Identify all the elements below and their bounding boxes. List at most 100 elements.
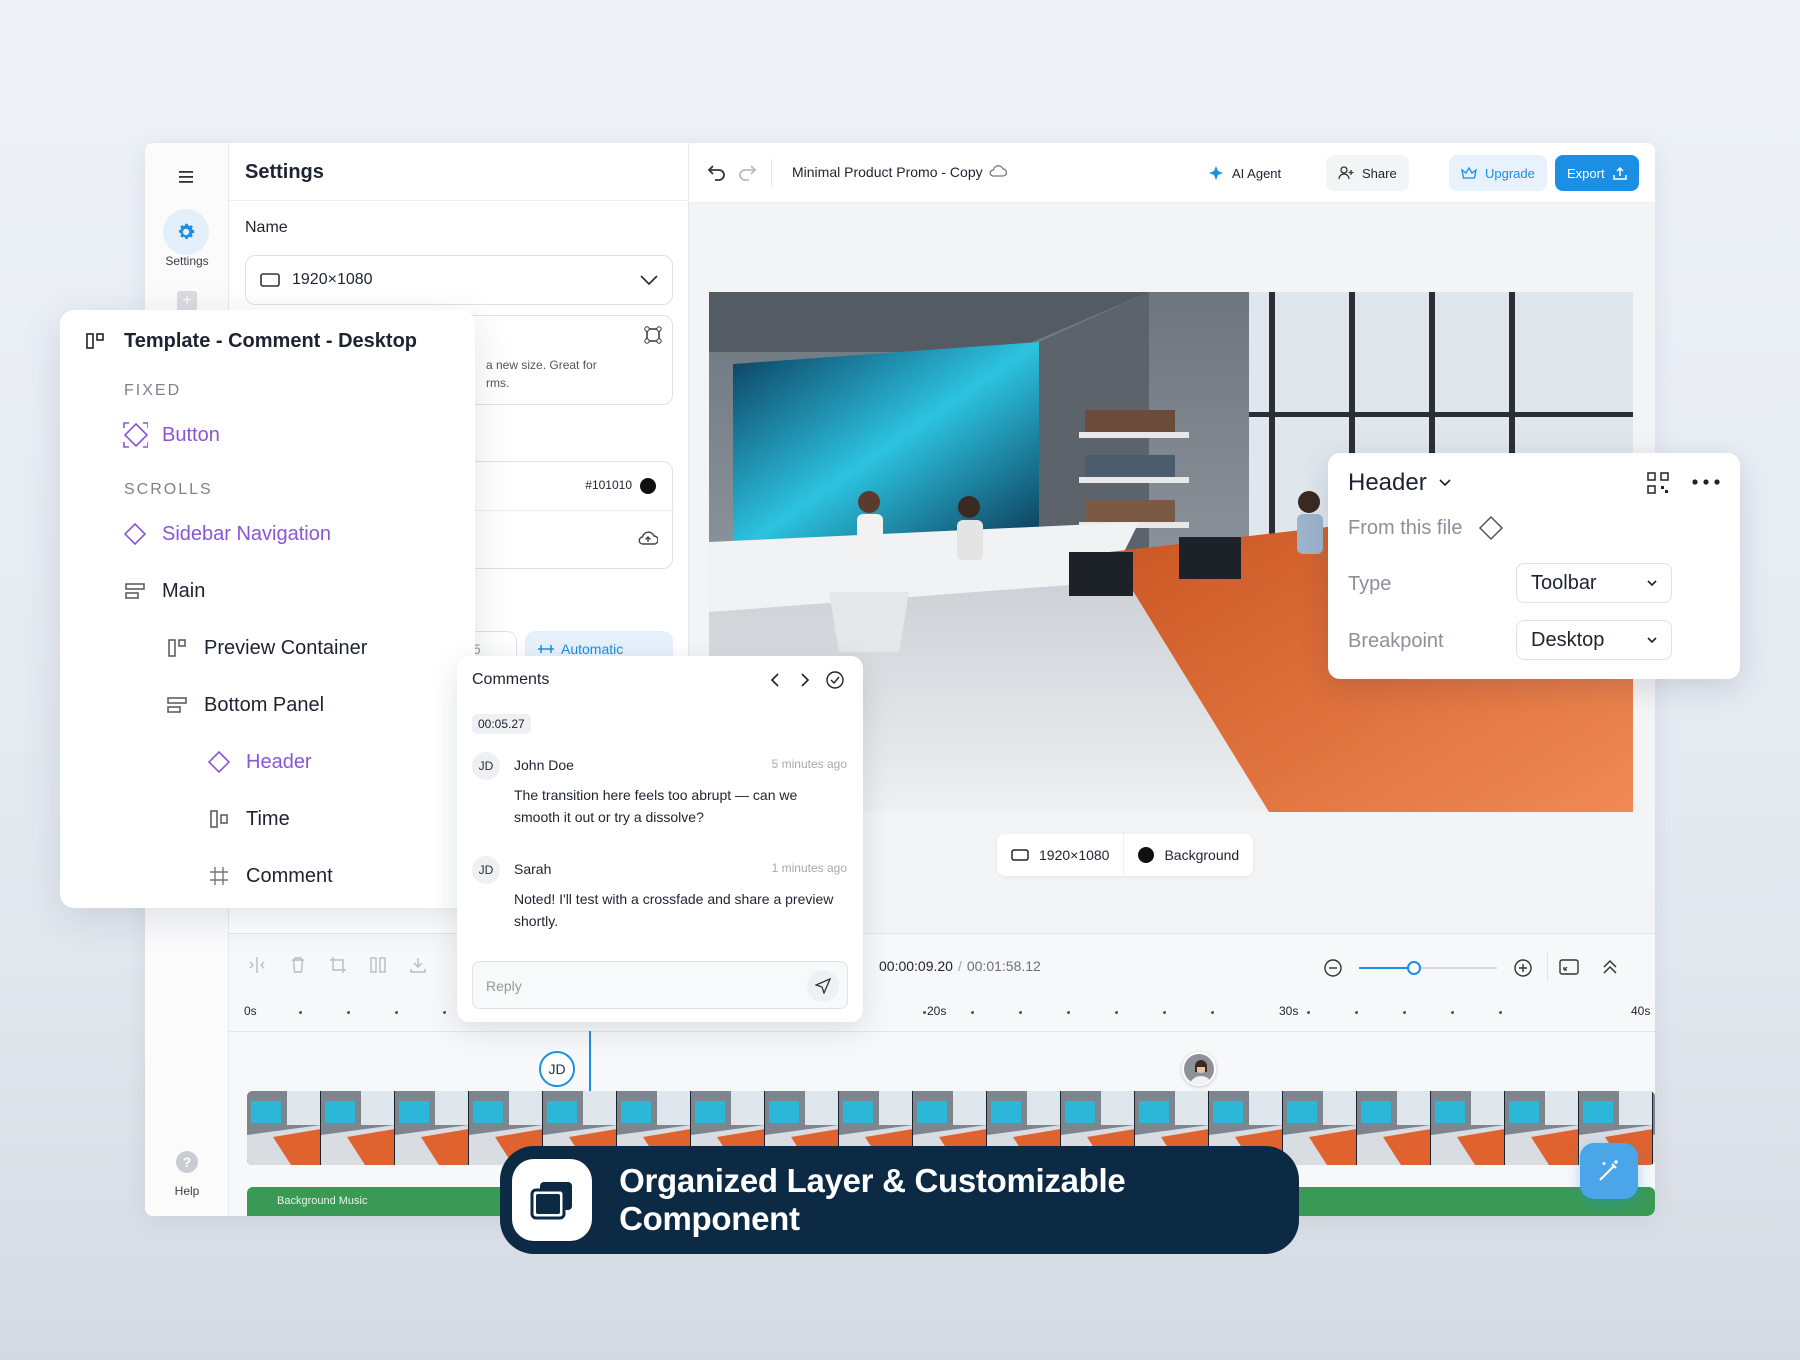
zoom-out-icon[interactable] <box>1323 958 1343 978</box>
canvas-size-value: 1920×1080 <box>1039 847 1110 863</box>
resize-icon <box>644 326 662 344</box>
layer-button[interactable]: Button <box>122 422 220 448</box>
source-row: From this file <box>1348 515 1504 541</box>
add-icon[interactable]: + <box>177 291 197 311</box>
comment-marker-sarah[interactable] <box>1182 1052 1216 1086</box>
layer-comment[interactable]: Comment <box>206 863 333 889</box>
size-select[interactable]: 1920×1080 <box>245 255 673 305</box>
reply-placeholder: Reply <box>486 978 522 994</box>
split-icon[interactable] <box>247 956 267 974</box>
settings-rail-button[interactable] <box>163 209 209 255</box>
canvas-size-chip[interactable]: 1920×1080 <box>997 834 1125 876</box>
background-label: Background <box>1164 847 1240 863</box>
breakpoint-select[interactable]: Desktop <box>1516 620 1672 660</box>
reply-input[interactable]: Reply <box>472 961 848 1009</box>
ruler-tick <box>443 1011 446 1014</box>
ruler-tick <box>1499 1011 1502 1014</box>
send-icon <box>815 978 831 994</box>
help-icon[interactable]: ? <box>176 1151 198 1173</box>
layers-panel: Template - Comment - Desktop FIXED Butto… <box>60 310 475 908</box>
layers-feature-icon <box>512 1159 593 1241</box>
settings-title: Settings <box>245 161 324 183</box>
upgrade-button[interactable]: Upgrade <box>1449 155 1547 191</box>
crop-icon[interactable] <box>329 956 347 974</box>
ruler-tick <box>1355 1011 1358 1014</box>
comment-marker-jd[interactable]: JD <box>539 1051 575 1087</box>
layer-sidebar-navigation[interactable]: Sidebar Navigation <box>122 521 331 547</box>
chevron-right-icon[interactable] <box>799 672 811 688</box>
ruler-tick <box>971 1011 974 1014</box>
redo-icon[interactable] <box>737 163 757 181</box>
layers-title: Template - Comment - Desktop <box>124 330 417 352</box>
chevron-down-icon <box>1647 636 1657 644</box>
props-title-dropdown[interactable]: Header <box>1348 469 1451 497</box>
send-button[interactable] <box>807 970 839 1002</box>
menu-icon[interactable] <box>175 165 199 189</box>
zoom-in-icon[interactable] <box>1513 958 1533 978</box>
type-label: Type <box>1348 573 1392 595</box>
collapse-icon[interactable] <box>1601 958 1619 976</box>
layer-label: Bottom Panel <box>204 693 325 716</box>
zoom-slider[interactable] <box>1359 961 1497 975</box>
more-options-icon[interactable] <box>1692 479 1720 485</box>
chevron-left-icon[interactable] <box>769 672 781 688</box>
layer-main[interactable]: Main <box>122 578 205 604</box>
comment-text-line1: Noted! I'll test with a crossfade and sh… <box>514 891 834 907</box>
component-frame-icon <box>86 332 106 350</box>
resolve-check-icon[interactable] <box>825 670 845 690</box>
ruler-tick <box>1067 1011 1070 1014</box>
undo-icon[interactable] <box>707 163 727 181</box>
component-grid-icon[interactable] <box>1646 471 1670 495</box>
comment-timestamp-badge[interactable]: 00:05.27 <box>472 714 531 734</box>
ai-agent-label: AI Agent <box>1232 165 1282 181</box>
ruler-label-30: 30s <box>1279 1004 1299 1018</box>
video-frame-thumbnail <box>1283 1091 1357 1165</box>
magic-edit-button[interactable] <box>1580 1143 1638 1199</box>
ruler-tick <box>1163 1011 1166 1014</box>
video-frame-thumbnail <box>1431 1091 1505 1165</box>
scrolls-section-label: SCROLLS <box>124 481 213 498</box>
layer-label: Main <box>162 579 206 602</box>
cloud-upload-icon[interactable] <box>638 530 658 546</box>
chevron-down-icon <box>1647 579 1657 587</box>
project-title[interactable]: Minimal Product Promo - Copy <box>792 164 983 180</box>
ruler-label-40: 40s <box>1631 1004 1651 1018</box>
resize-desc-line1: a new size. Great for <box>486 358 597 372</box>
zoom-slider-handle[interactable] <box>1407 961 1422 975</box>
video-frame-thumbnail <box>395 1091 469 1165</box>
color-swatch[interactable] <box>640 478 656 494</box>
total-time: 00:01:58.12 <box>966 958 1041 974</box>
crown-icon <box>1461 166 1477 180</box>
download-icon[interactable] <box>409 956 427 974</box>
zoom-slider-fill <box>1359 967 1415 969</box>
export-button[interactable]: Export <box>1555 155 1639 191</box>
background-chip[interactable]: Background <box>1124 834 1253 876</box>
ai-agent-button[interactable]: AI Agent <box>1196 155 1293 191</box>
fit-screen-icon[interactable] <box>1559 958 1579 976</box>
type-select[interactable]: Toolbar <box>1516 563 1672 603</box>
columns-icon[interactable] <box>369 956 387 974</box>
chevron-down-icon <box>640 275 658 285</box>
layer-time[interactable]: Time <box>206 806 290 832</box>
layer-label: Preview Container <box>204 636 368 659</box>
share-button[interactable]: Share <box>1326 155 1409 191</box>
frame-layout-icon <box>206 806 232 832</box>
hash-frame-icon <box>206 863 232 889</box>
stack-layout-icon <box>122 578 148 604</box>
layer-preview-container[interactable]: Preview Container <box>164 635 367 661</box>
ruler-tick <box>1019 1011 1022 1014</box>
add-user-icon <box>1338 166 1354 180</box>
ruler-tick <box>299 1011 302 1014</box>
frame-layout-icon <box>164 635 190 661</box>
layer-label: Button <box>162 423 220 446</box>
ruler-tick <box>1115 1011 1118 1014</box>
trash-icon[interactable] <box>289 956 307 974</box>
avatar: JD <box>472 752 500 780</box>
magic-wand-icon <box>1599 1160 1618 1181</box>
comment-author: John Doe <box>514 757 574 773</box>
comments-panel: Comments 00:05.27 JD John Doe 5 minutes … <box>457 656 863 1022</box>
layer-bottom-panel[interactable]: Bottom Panel <box>164 692 324 718</box>
layer-header[interactable]: Header <box>206 749 312 775</box>
avatar: JD <box>472 856 500 884</box>
breakpoint-label: Breakpoint <box>1348 630 1444 652</box>
